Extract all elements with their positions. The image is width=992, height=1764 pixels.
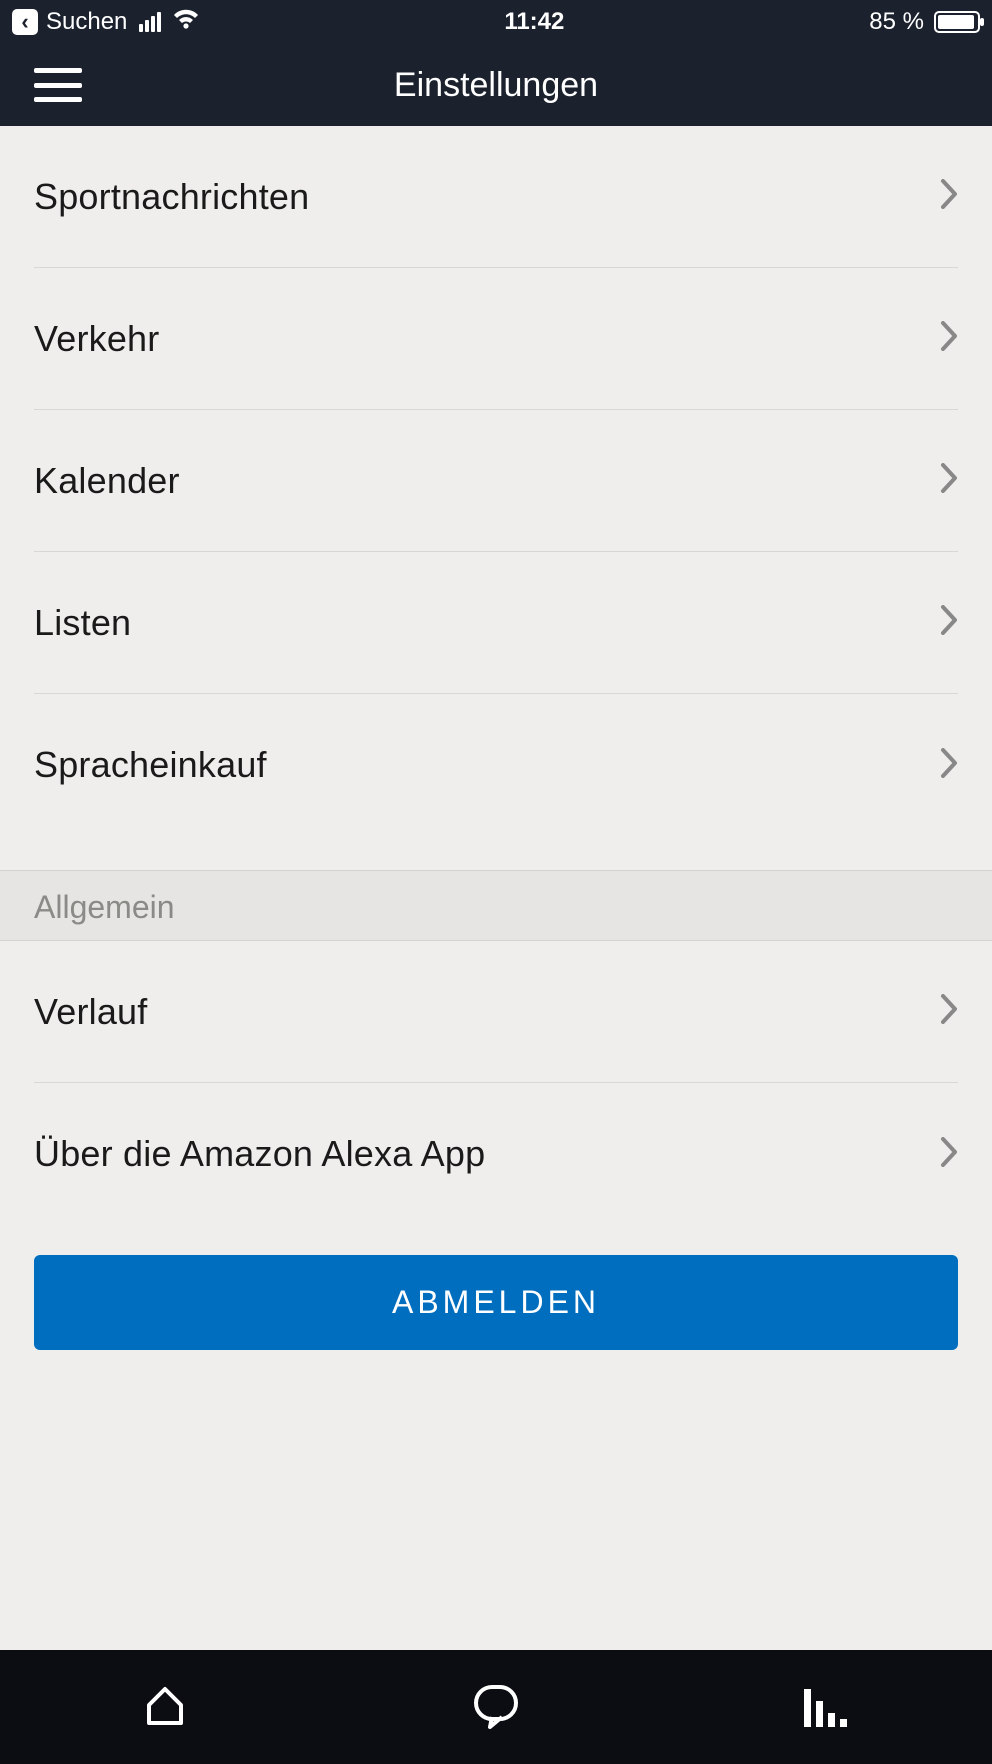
settings-row-history[interactable]: Verlauf [34,941,958,1083]
chevron-left-icon: ‹ [21,9,28,35]
nav-chat[interactable] [466,1677,526,1737]
settings-row-voice-shopping[interactable]: Spracheinkauf [34,694,958,836]
equalizer-icon [802,1683,852,1732]
chevron-right-icon [940,1137,958,1172]
settings-row-about[interactable]: Über die Amazon Alexa App [34,1083,958,1225]
status-back-label: Suchen [46,8,127,36]
wifi-icon [173,8,199,36]
settings-row-calendar[interactable]: Kalender [34,410,958,552]
bottom-nav [0,1650,992,1764]
status-bar: ‹ Suchen 11:42 85 % [0,0,992,44]
nav-home[interactable] [135,1677,195,1737]
chevron-right-icon [940,994,958,1029]
chat-icon [470,1679,522,1736]
battery-percent: 85 % [869,8,924,36]
cellular-signal-icon [139,12,161,32]
row-label: Sportnachrichten [34,176,309,218]
chevron-right-icon [940,605,958,640]
status-time: 11:42 [504,8,564,36]
row-label: Kalender [34,460,180,502]
battery-icon [934,11,980,33]
home-icon [141,1681,189,1734]
chevron-right-icon [940,748,958,783]
section-header-general: Allgemein [0,870,992,941]
page-title: Einstellungen [394,66,598,105]
settings-row-lists[interactable]: Listen [34,552,958,694]
nav-activity[interactable] [797,1677,857,1737]
row-label: Verlauf [34,991,147,1033]
settings-content: Sportnachrichten Verkehr Kalender Listen… [0,126,992,1650]
menu-button[interactable] [34,68,82,102]
settings-row-sportnews[interactable]: Sportnachrichten [34,126,958,268]
row-label: Spracheinkauf [34,744,267,786]
chevron-right-icon [940,321,958,356]
logout-button[interactable]: ABMELDEN [34,1255,958,1350]
row-label: Über die Amazon Alexa App [34,1133,485,1175]
row-label: Verkehr [34,318,159,360]
settings-row-traffic[interactable]: Verkehr [34,268,958,410]
chevron-right-icon [940,463,958,498]
app-header: Einstellungen [0,44,992,126]
chevron-right-icon [940,179,958,214]
settings-group-primary: Sportnachrichten Verkehr Kalender Listen… [0,126,992,836]
back-to-search-chip[interactable]: ‹ [12,9,38,35]
settings-group-general: Verlauf Über die Amazon Alexa App [0,941,992,1225]
row-label: Listen [34,602,131,644]
